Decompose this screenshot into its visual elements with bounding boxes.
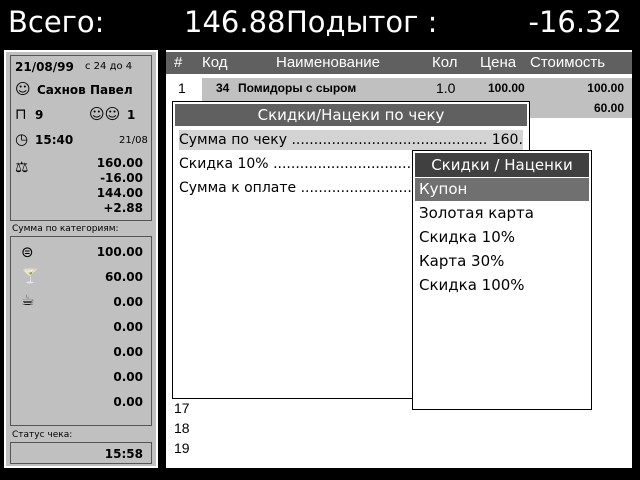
discount-amount: -16.00 (100, 171, 143, 185)
guest-count: 1 (127, 108, 136, 122)
check-status: 15:58 (10, 442, 152, 464)
table-icon: ⊓ (15, 105, 27, 123)
menu-item-gold-card[interactable]: Золотая карта (415, 202, 589, 225)
totals-bar: Всего: 146.88 Подытог : -16.32 (0, 0, 640, 44)
check-info-panel: 21/08/99 с 24 до 4 ☺ Сахнов Павел ⊓ 9 ☺☺… (4, 50, 158, 468)
check-status-label: Статус чека: (12, 430, 73, 440)
shift-hours: с 24 до 4 (85, 61, 133, 72)
item-qty: 1.0 (436, 80, 456, 96)
table-row[interactable]: 19 (166, 438, 632, 458)
waiter-icon: ☺ (15, 80, 31, 98)
waiter-name: Сахнов Павел (37, 83, 133, 97)
total-label: Всего: (8, 5, 105, 39)
subtotal-value: -16.32 (528, 5, 623, 39)
category-sum-label: Сумма по категориям: (12, 224, 119, 234)
category-value: 100.00 (96, 245, 143, 259)
cocktail-icon: 🍸 (21, 267, 40, 285)
menu-item-coupon[interactable]: Купон (415, 178, 589, 201)
subtotal-label: Подытог : (286, 5, 438, 39)
category-value: 0.00 (113, 370, 143, 384)
check-sum-line[interactable]: Сумма по чеку ..........................… (179, 130, 523, 150)
menu-item-card-30[interactable]: Карта 30% (415, 250, 589, 273)
guests-icon: ☺☺ (89, 105, 121, 123)
discount-type-menu[interactable]: Скидки / Наценки Купон Золотая карта Ски… (412, 150, 592, 410)
category-value: 0.00 (113, 295, 143, 309)
menu-item-discount-10[interactable]: Скидка 10% (415, 226, 589, 249)
col-qty: Кол (432, 54, 458, 71)
check-date-short: 21/08 (119, 135, 148, 146)
scales-icon: ⚖ (15, 158, 29, 176)
tax-amount: +2.88 (103, 201, 143, 215)
row-number: 19 (174, 440, 190, 456)
col-price: Цена (480, 54, 517, 71)
col-num: # (174, 54, 183, 71)
check-time: 15:40 (35, 133, 74, 147)
check-date: 21/08/99 (15, 60, 74, 74)
table-row[interactable]: 1 34 Помидоры с сыром 1.0 100.00 100.00 (166, 78, 632, 98)
item-name: Помидоры с сыром (238, 81, 357, 95)
category-value: 0.00 (113, 320, 143, 334)
status-time: 15:58 (104, 447, 143, 461)
category-sums: ⊜ 100.00 🍸 60.00 ☕ 0.00 0.00 0.00 0.00 0… (10, 236, 152, 426)
menu-item-discount-100[interactable]: Скидка 100% (415, 274, 589, 297)
check-info-box: 21/08/99 с 24 до 4 ☺ Сахнов Павел ⊓ 9 ☺☺… (10, 55, 152, 221)
row-number: 18 (174, 420, 190, 436)
item-price: 100.00 (488, 81, 525, 95)
plate-icon: ⊜ (21, 243, 34, 261)
row-number: 1 (178, 80, 186, 96)
table-header: # Код Наименование Кол Цена Стоимость (166, 52, 632, 74)
item-cost: 100.00 (587, 81, 624, 95)
col-cost: Стоимость (530, 54, 606, 71)
coffee-icon: ☕ (21, 291, 35, 309)
sum-amount: 160.00 (96, 156, 143, 170)
category-value: 0.00 (113, 395, 143, 409)
table-row[interactable]: 18 (166, 418, 632, 438)
table-number: 9 (35, 108, 44, 122)
item-cost: 60.00 (593, 101, 624, 115)
category-value: 60.00 (105, 270, 143, 284)
row-number: 17 (174, 400, 190, 416)
menu-title: Скидки / Наценки (415, 153, 589, 177)
col-name: Наименование (276, 54, 380, 71)
total-value: 146.88 (184, 5, 286, 39)
category-value: 0.00 (113, 345, 143, 359)
item-code: 34 (216, 81, 230, 95)
pay-amount: 144.00 (96, 186, 143, 200)
dialog-title: Скидки/Нацеки по чеку (175, 104, 527, 126)
clock-icon: ◷ (15, 130, 29, 148)
col-code: Код (202, 54, 228, 71)
